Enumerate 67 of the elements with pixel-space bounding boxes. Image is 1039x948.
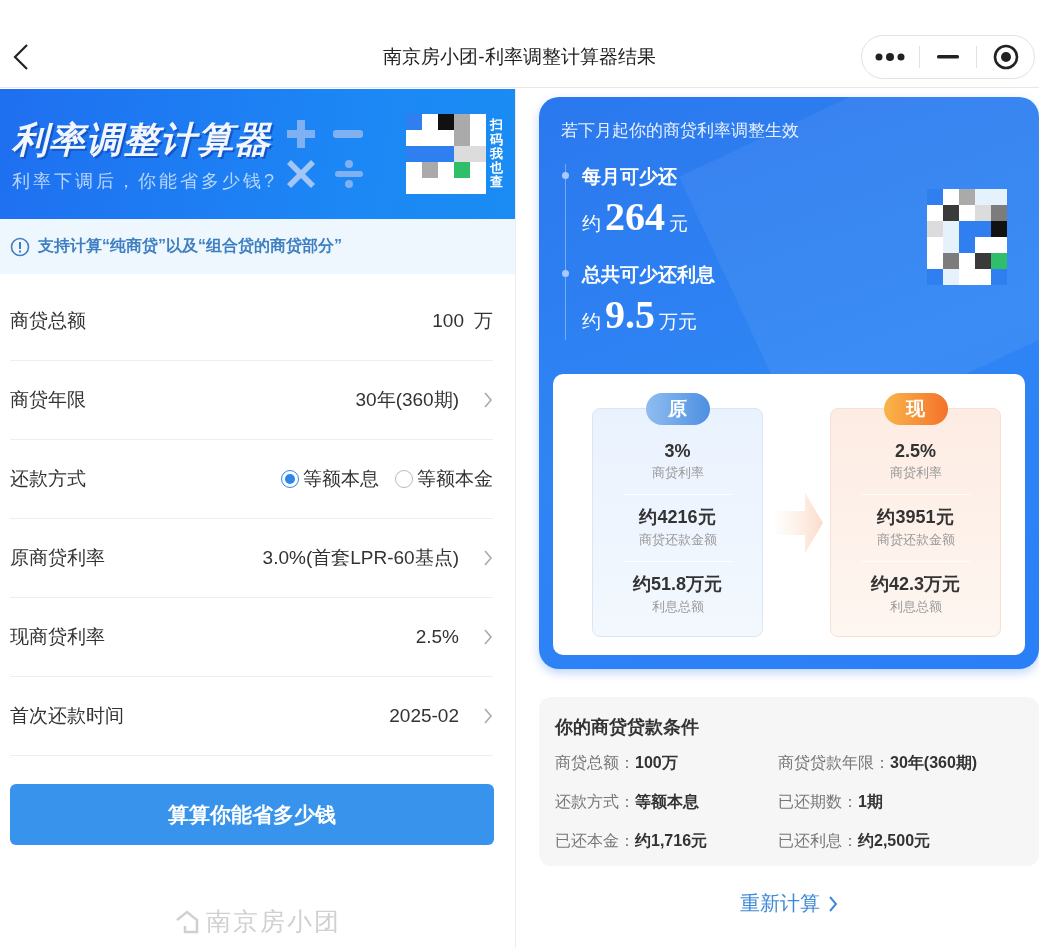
field-label: 现商贷利率 (10, 625, 105, 649)
unit-label: 元 (669, 212, 688, 236)
chevron-right-icon (483, 549, 493, 567)
condition-text: 商贷贷款年限：30年(360期) (778, 753, 979, 773)
multiply-icon (285, 158, 317, 190)
stat-value: 3% (664, 441, 691, 462)
savings-number: 9.5 (605, 291, 655, 339)
approx-label: 约 (582, 212, 601, 236)
scan-caption: 扫码我也查 (490, 118, 503, 190)
stat-value: 约3951元 (877, 506, 954, 529)
page-title: 南京房小团-利率调整计算器结果 (383, 44, 656, 69)
chevron-right-icon (483, 628, 493, 646)
radio-option[interactable]: 等额本金 (395, 466, 493, 492)
stat-label: 商贷还款金额 (876, 531, 955, 549)
bullet-dot (562, 270, 569, 277)
select-value[interactable]: 2.5% (415, 626, 459, 648)
close-icon (992, 43, 1019, 70)
rate-badge: 现 (883, 393, 948, 425)
stat-value: 约4216元 (639, 506, 716, 529)
banner-subtitle: 利率下调后，你能省多少钱? (12, 169, 277, 193)
select-value[interactable]: 3.0%(首套LPR-60基点) (262, 545, 459, 571)
chevron-right-icon (483, 391, 493, 409)
stat-value: 约42.3万元 (870, 573, 960, 596)
chevron-right-icon (828, 894, 838, 913)
recalculate-link[interactable]: 重新计算 (740, 890, 838, 917)
banner-title: 利率调整计算器 (12, 117, 273, 162)
stat-label: 商贷还款金额 (638, 531, 717, 549)
condition-text: 已还利息：约2,500元 (778, 831, 932, 851)
unit-label: 万 (474, 309, 493, 333)
savings-label: 每月可少还 (582, 165, 678, 189)
chevron-right-icon (483, 707, 493, 725)
approx-label: 约 (582, 310, 601, 334)
select-value[interactable]: 30年(360期) (355, 387, 459, 413)
condition-text: 商贷总额：100万 (555, 753, 679, 773)
field-label: 还款方式 (10, 467, 86, 491)
info-icon (10, 236, 30, 257)
amount-input[interactable]: 100 (432, 310, 464, 332)
bullet-dot (562, 172, 569, 179)
savings-number: 264 (605, 193, 665, 241)
select-value[interactable]: 2025-02 (389, 705, 459, 727)
more-icon (875, 52, 906, 61)
notice-text: 支持计算“纯商贷”以及“组合贷的商贷部分” (38, 236, 342, 257)
stat-value: 2.5% (895, 441, 936, 462)
stat-label: 利息总额 (651, 598, 704, 616)
condition-text: 已还期数：1期 (778, 792, 884, 812)
plus-icon (285, 118, 317, 150)
back-button[interactable] (12, 42, 30, 71)
conditions-title: 你的商贷贷款条件 (555, 716, 700, 739)
unit-label: 万元 (659, 310, 697, 334)
field-label: 原商贷利率 (10, 546, 105, 570)
minus-icon (333, 130, 363, 138)
house-logo-icon (174, 908, 200, 935)
field-label: 商贷总额 (10, 309, 86, 333)
radio-option[interactable]: 等额本息 (281, 466, 379, 492)
divide-icon (333, 158, 365, 190)
result-heading: 若下月起你的商贷利率调整生效 (561, 121, 799, 140)
field-label: 首次还款时间 (10, 704, 124, 728)
condition-text: 已还本金：约1,716元 (555, 831, 709, 851)
field-label: 商贷年限 (10, 388, 86, 412)
condition-text: 还款方式：等额本息 (555, 792, 700, 812)
stat-label: 利息总额 (889, 598, 942, 616)
stat-label: 商贷利率 (651, 464, 704, 482)
stat-value: 约51.8万元 (632, 573, 722, 596)
rate-badge: 原 (645, 393, 710, 425)
stat-label: 商贷利率 (889, 464, 942, 482)
savings-label: 总共可少还利息 (582, 263, 716, 287)
minimize-icon (937, 54, 959, 59)
